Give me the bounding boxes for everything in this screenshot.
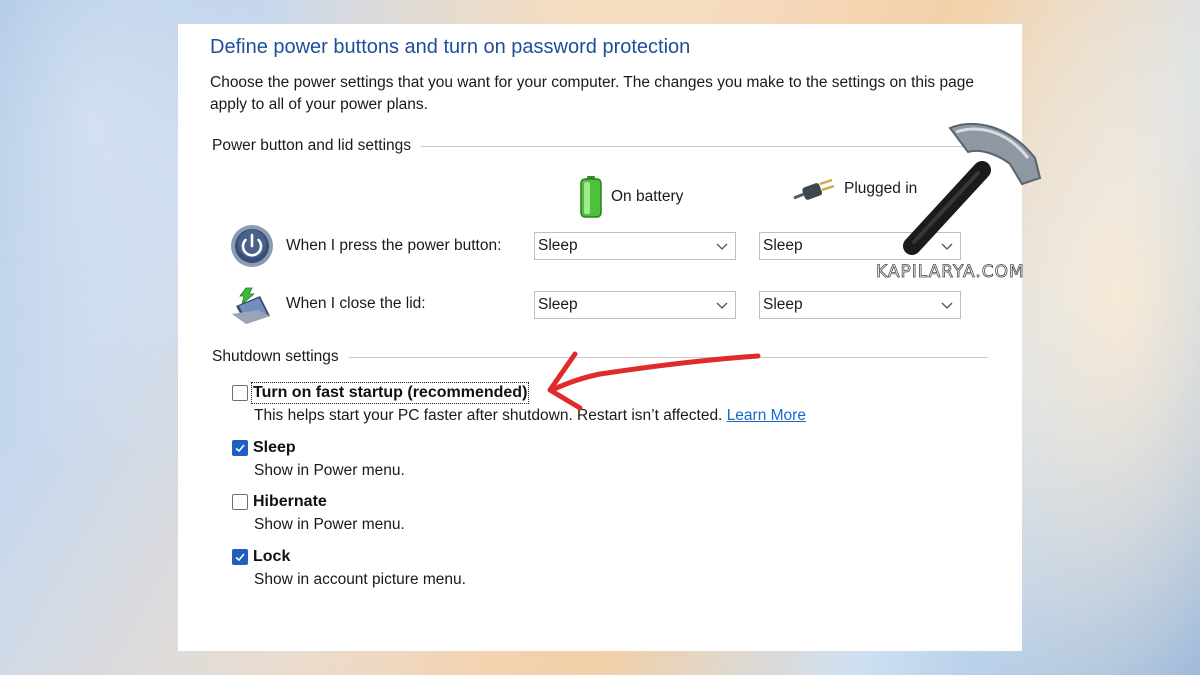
annotation-arrow-icon [547, 351, 761, 411]
hammer-logo-icon [903, 122, 1042, 255]
watermark-text: KAPILARYA.COM [876, 262, 1025, 283]
